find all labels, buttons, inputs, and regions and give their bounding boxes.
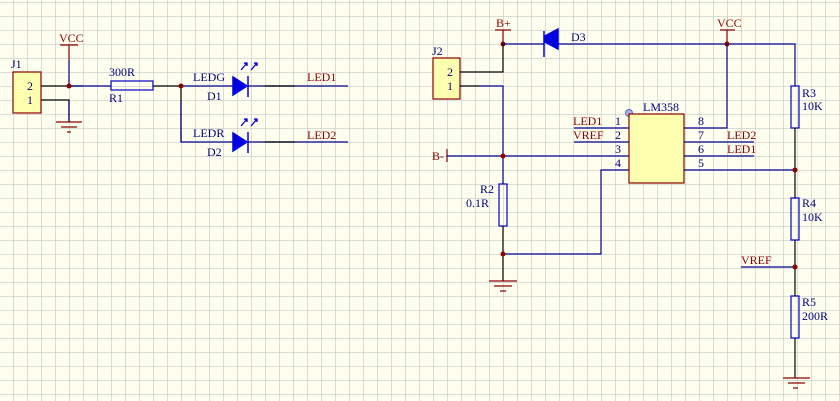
r1-value: 300R [109, 65, 135, 79]
pin-number: 5 [698, 156, 704, 170]
vcc-label: VCC [717, 16, 742, 30]
r1-designator: R1 [109, 91, 123, 105]
d2-label: LEDR [193, 126, 224, 140]
grid-background [0, 0, 840, 401]
j2-pin-1: 1 [447, 79, 453, 93]
pin-number: 3 [615, 142, 621, 156]
r5-value: 200R [802, 309, 828, 323]
junction [178, 83, 184, 89]
d1-designator: D1 [207, 89, 222, 103]
d3-designator: D3 [571, 30, 586, 44]
r4-value: 10K [802, 210, 823, 224]
pin-number: 1 [615, 114, 621, 128]
junction [500, 251, 506, 257]
pin-number: 6 [698, 142, 704, 156]
net-label-led1: LED1 [573, 114, 602, 128]
pin-number: 4 [615, 156, 621, 170]
net-label-led2: LED2 [727, 128, 756, 142]
d1-label: LEDG [193, 70, 225, 84]
junction [66, 83, 72, 89]
r3-value: 10K [802, 99, 823, 113]
r2-value: 0.1R [466, 196, 489, 210]
junction [792, 167, 798, 173]
net-label-vref: VREF [573, 128, 604, 142]
r2-designator: R2 [480, 182, 494, 196]
j2-designator: J2 [432, 44, 443, 58]
schematic-canvas: VCC J1 2 1 300R R1 LEDG D1 LED1 LEDR D2 [0, 0, 840, 401]
r5-designator: R5 [802, 295, 816, 309]
d2-designator: D2 [207, 145, 222, 159]
net-label-led1: LED1 [727, 142, 756, 156]
j2-pin-2: 2 [447, 65, 453, 79]
net-label-led1: LED1 [307, 70, 336, 84]
b-plus-label: B+ [496, 16, 511, 30]
j1-designator: J1 [11, 57, 22, 71]
j1-pin-1: 1 [27, 93, 33, 107]
junction [792, 264, 798, 270]
vcc-label: VCC [59, 31, 84, 45]
b-minus-label: B- [432, 149, 444, 163]
junction [500, 153, 506, 159]
net-label-vref: VREF [741, 253, 772, 267]
r3-designator: R3 [802, 86, 816, 100]
pin-number: 2 [615, 128, 621, 142]
pin-number: 7 [698, 128, 704, 142]
net-label-led2: LED2 [307, 128, 336, 142]
pin-number: 8 [698, 114, 704, 128]
j1-pin-2: 2 [27, 79, 33, 93]
r4-designator: R4 [802, 196, 816, 210]
ic-name: LM358 [643, 100, 679, 114]
